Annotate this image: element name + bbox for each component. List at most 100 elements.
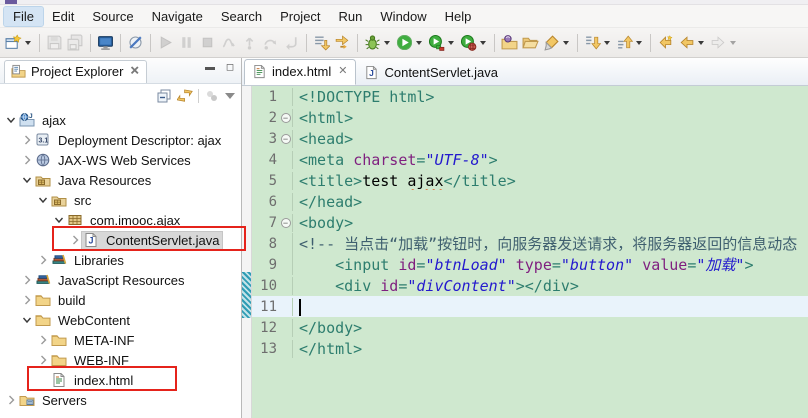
open-type-button[interactable] <box>499 32 520 53</box>
dropdown-arrow-icon[interactable] <box>416 40 422 45</box>
tree-item-web-inf[interactable]: WEB-INF <box>0 350 241 370</box>
tree-item-ajax[interactable]: Jajax <box>0 110 241 130</box>
menu-search[interactable]: Search <box>212 7 271 26</box>
debug-button[interactable] <box>362 32 394 53</box>
dropdown-arrow-icon[interactable] <box>448 40 454 45</box>
dropdown-arrow-icon[interactable] <box>384 40 390 45</box>
code-line-11[interactable]: 11 <box>252 296 808 317</box>
tree-item-servers[interactable]: Servers <box>0 390 241 410</box>
collapse-arrow-icon[interactable] <box>52 212 66 228</box>
code-line-3[interactable]: 3− <head> <box>252 128 808 149</box>
code-line-6[interactable]: 6 </head> <box>252 191 808 212</box>
tree-item-java-resources[interactable]: Java Resources <box>0 170 241 190</box>
code-segment: </title> <box>443 171 516 190</box>
tree-item-src[interactable]: src <box>0 190 241 210</box>
next-annotation-button[interactable] <box>582 32 614 53</box>
dropdown-arrow-icon[interactable] <box>25 40 31 45</box>
expand-arrow-icon[interactable] <box>36 252 50 268</box>
tree-item-com-imooc-ajax[interactable]: com.imooc.ajax <box>0 210 241 230</box>
editor-tab-contentservlet-java[interactable]: J ContentServlet.java <box>357 61 505 85</box>
svg-text:3.1: 3.1 <box>38 138 48 145</box>
expand-arrow-icon[interactable] <box>36 332 50 348</box>
collapse-all-icon[interactable] <box>156 88 172 104</box>
tree-item-javascript-resources[interactable]: JavaScript Resources <box>0 270 241 290</box>
annotation-ruler[interactable] <box>242 86 252 418</box>
menu-window[interactable]: Window <box>371 7 435 26</box>
fold-marker[interactable]: − <box>279 133 292 144</box>
tree-item-deployment-descriptor-ajax[interactable]: 3.1 Deployment Descriptor: ajax <box>0 130 241 150</box>
expand-arrow-icon[interactable] <box>20 272 34 288</box>
menu-file[interactable]: File <box>3 5 44 27</box>
menu-navigate[interactable]: Navigate <box>143 7 212 26</box>
tree-item-meta-inf[interactable]: META-INF <box>0 330 241 350</box>
close-icon[interactable]: ✕ <box>336 66 347 77</box>
previous-annotation-button[interactable] <box>614 32 646 53</box>
tree-item-index-html[interactable]: index.html <box>0 370 241 390</box>
tree-item-label: JavaScript Resources <box>58 272 185 288</box>
code-line-7[interactable]: 7− <body> <box>252 212 808 233</box>
fold-marker[interactable]: − <box>279 112 292 123</box>
profile-button[interactable] <box>458 32 490 53</box>
dropdown-arrow-icon[interactable] <box>563 40 569 45</box>
code-line-2[interactable]: 2− <html> <box>252 107 808 128</box>
console-button[interactable] <box>95 32 116 53</box>
tree-item-webcontent[interactable]: WebContent <box>0 310 241 330</box>
coverage-button[interactable] <box>426 32 458 53</box>
open-resource-button[interactable] <box>520 32 541 53</box>
expand-arrow-icon[interactable] <box>20 152 34 168</box>
code-line-12[interactable]: 12 </body> <box>252 317 808 338</box>
code-line-4[interactable]: 4 <meta charset="UTF-8"> <box>252 149 808 170</box>
back-button[interactable] <box>676 32 708 53</box>
expand-arrow-icon[interactable] <box>36 352 50 368</box>
last-edit-location-button[interactable] <box>655 32 676 53</box>
window-titlebar <box>0 0 808 5</box>
collapse-fold-icon[interactable]: − <box>280 112 291 123</box>
code-line-5[interactable]: 5 <title>test ajax</title> <box>252 170 808 191</box>
collapse-fold-icon[interactable]: − <box>280 217 291 228</box>
run-button[interactable] <box>394 32 426 53</box>
expand-arrow-icon[interactable] <box>68 232 82 248</box>
dropdown-arrow-icon[interactable] <box>480 40 486 45</box>
menu-edit[interactable]: Edit <box>43 7 83 26</box>
tree-item-libraries[interactable]: Libraries <box>0 250 241 270</box>
collapse-arrow-icon[interactable] <box>20 312 34 328</box>
code-editor[interactable]: 1 <!DOCTYPE html> 2− <html> 3− <head> 4 <meta c… <box>242 86 808 418</box>
tree-item-contentservlet-java[interactable]: J ContentServlet.java <box>0 230 241 250</box>
dropdown-arrow-icon[interactable] <box>604 40 610 45</box>
new-wizard-button[interactable] <box>3 32 35 53</box>
menu-source[interactable]: Source <box>83 7 142 26</box>
editor-tab-index-html[interactable]: index.html ✕ <box>244 59 357 85</box>
maximize-icon[interactable]: ◻ <box>223 63 237 75</box>
tab-project-explorer[interactable]: Project Explorer ❌︎ <box>4 60 147 83</box>
collapse-arrow-icon[interactable] <box>20 172 34 188</box>
skip-breakpoints-button[interactable] <box>125 32 146 53</box>
code-line-13[interactable]: 13 </html> <box>252 338 808 359</box>
code-line-9[interactable]: 9 <input id="btnLoad" type="button" valu… <box>252 254 808 275</box>
folder-icon <box>50 332 67 348</box>
minimize-icon[interactable]: ▬ <box>203 63 217 75</box>
menu-help[interactable]: Help <box>436 7 481 26</box>
highlighter-button[interactable] <box>541 32 573 53</box>
dropdown-arrow-icon[interactable] <box>730 40 736 45</box>
use-step-filters-button[interactable] <box>332 32 353 53</box>
code-line-1[interactable]: 1 <!DOCTYPE html> <box>252 86 808 107</box>
expand-arrow-icon[interactable] <box>20 292 34 308</box>
view-menu-icon[interactable] <box>225 93 235 99</box>
tree-item-build[interactable]: build <box>0 290 241 310</box>
expand-arrow-icon[interactable] <box>4 392 18 408</box>
collapse-arrow-icon[interactable] <box>4 112 18 128</box>
tree-item-jax-ws-web-services[interactable]: JAX-WS Web Services <box>0 150 241 170</box>
collapse-fold-icon[interactable]: − <box>280 133 291 144</box>
collapse-arrow-icon[interactable] <box>36 192 50 208</box>
dropdown-arrow-icon[interactable] <box>698 40 704 45</box>
drop-to-frame-button[interactable] <box>311 32 332 53</box>
fold-marker[interactable]: − <box>279 217 292 228</box>
link-with-editor-icon[interactable] <box>176 88 193 104</box>
close-icon[interactable]: ❌︎ <box>128 66 138 77</box>
menu-project[interactable]: Project <box>271 7 329 26</box>
expand-arrow-icon[interactable] <box>20 132 34 148</box>
code-line-10[interactable]: 10 <div id="divContent"></div> <box>252 275 808 296</box>
dropdown-arrow-icon[interactable] <box>636 40 642 45</box>
menu-run[interactable]: Run <box>330 7 372 26</box>
code-line-8[interactable]: 8 <!-- 当点击“加载”按钮时，向服务器发送请求，将服务器返回的信息动态 <box>252 233 808 254</box>
